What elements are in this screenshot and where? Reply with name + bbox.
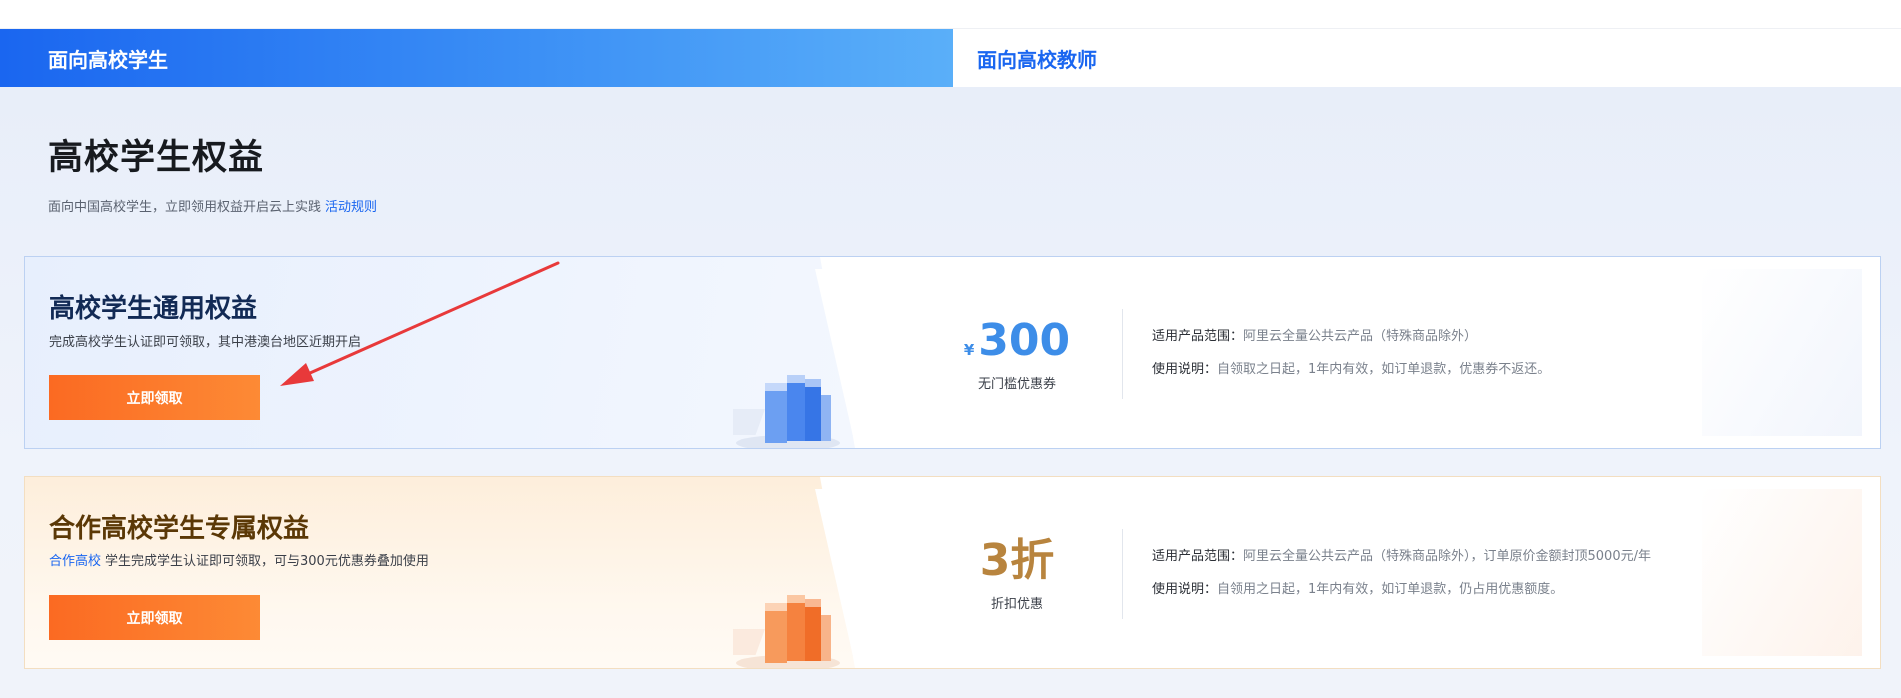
page-title: 高校学生权益 [48, 138, 265, 178]
partner-benefit-card: 合作高校学生专属权益 合作高校 学生完成学生认证即可领取，可与300元优惠券叠加使… [24, 476, 1881, 669]
currency-symbol: ¥ [963, 341, 975, 359]
scope-text: 阿里云全量公共云产品（特殊商品除外），订单原价金额封顶5000元/年 [1243, 549, 1651, 564]
scope-label: 适用产品范围： [1152, 329, 1244, 344]
books-illustration-icon [733, 595, 840, 668]
scope-text: 阿里云全量公共云产品（特殊商品除外） [1243, 329, 1478, 344]
usage-info: 使用说明：自领用之日起，1年内有效，如订单退款，仍占用优惠额度。 [1152, 578, 1563, 597]
discount-value: 3折 折扣优惠 [927, 535, 1107, 612]
discount-amount: 3折 [979, 535, 1055, 586]
discount-label: 折扣优惠 [990, 597, 1043, 612]
top-strip [0, 0, 1901, 29]
scope-info: 适用产品范围：阿里云全量公共云产品（特殊商品除外） [1152, 325, 1477, 344]
divider [1122, 529, 1123, 619]
books-illustration-icon [733, 375, 840, 448]
tab-teachers[interactable]: 面向高校教师 [953, 29, 1901, 87]
divider [1122, 309, 1123, 399]
usage-label: 使用说明： [1152, 582, 1218, 597]
card-desc: 合作高校 学生完成学生认证即可领取，可与300元优惠券叠加使用 [49, 550, 429, 569]
usage-info: 使用说明：自领取之日起，1年内有效，如订单退款，优惠券不返还。 [1152, 358, 1550, 377]
usage-label: 使用说明： [1152, 362, 1218, 377]
page-subtitle-text: 面向中国高校学生，立即领用权益开启云上实践 [48, 200, 322, 215]
claim-button[interactable]: 立即领取 [49, 595, 260, 640]
main-content: 高校学生权益 面向中国高校学生，立即领用权益开启云上实践 活动规则 高校学生通用权… [0, 87, 1901, 698]
claim-button[interactable]: 立即领取 [49, 375, 260, 420]
partner-schools-link[interactable]: 合作高校 [49, 554, 101, 569]
card-desc: 完成高校学生认证即可领取，其中港澳台地区近期开启 [49, 335, 362, 350]
panel-glow [1702, 489, 1862, 656]
scope-label: 适用产品范围： [1152, 549, 1244, 564]
coupon-label: 无门槛优惠券 [977, 377, 1056, 392]
tab-students[interactable]: 面向高校学生 [0, 29, 953, 87]
page-subtitle: 面向中国高校学生，立即领用权益开启云上实践 活动规则 [48, 196, 377, 215]
card-title: 高校学生通用权益 [49, 294, 258, 324]
activity-rules-link[interactable]: 活动规则 [325, 200, 377, 215]
usage-text: 自领取之日起，1年内有效，如订单退款，优惠券不返还。 [1217, 362, 1551, 377]
general-benefit-card: 高校学生通用权益 完成高校学生认证即可领取，其中港澳台地区近期开启 立即领取 ¥… [24, 256, 1881, 449]
coupon-value: ¥ 300 无门槛优惠券 [927, 315, 1107, 392]
card-title: 合作高校学生专属权益 [49, 514, 310, 544]
panel-glow [1702, 269, 1862, 436]
coupon-amount: 300 [978, 315, 1071, 366]
usage-text: 自领用之日起，1年内有效，如订单退款，仍占用优惠额度。 [1217, 582, 1564, 597]
scope-info: 适用产品范围：阿里云全量公共云产品（特殊商品除外），订单原价金额封顶5000元/… [1152, 545, 1651, 564]
card-desc-text: 学生完成学生认证即可领取，可与300元优惠券叠加使用 [105, 554, 429, 569]
audience-tabs: 面向高校学生 面向高校教师 [0, 29, 1901, 87]
